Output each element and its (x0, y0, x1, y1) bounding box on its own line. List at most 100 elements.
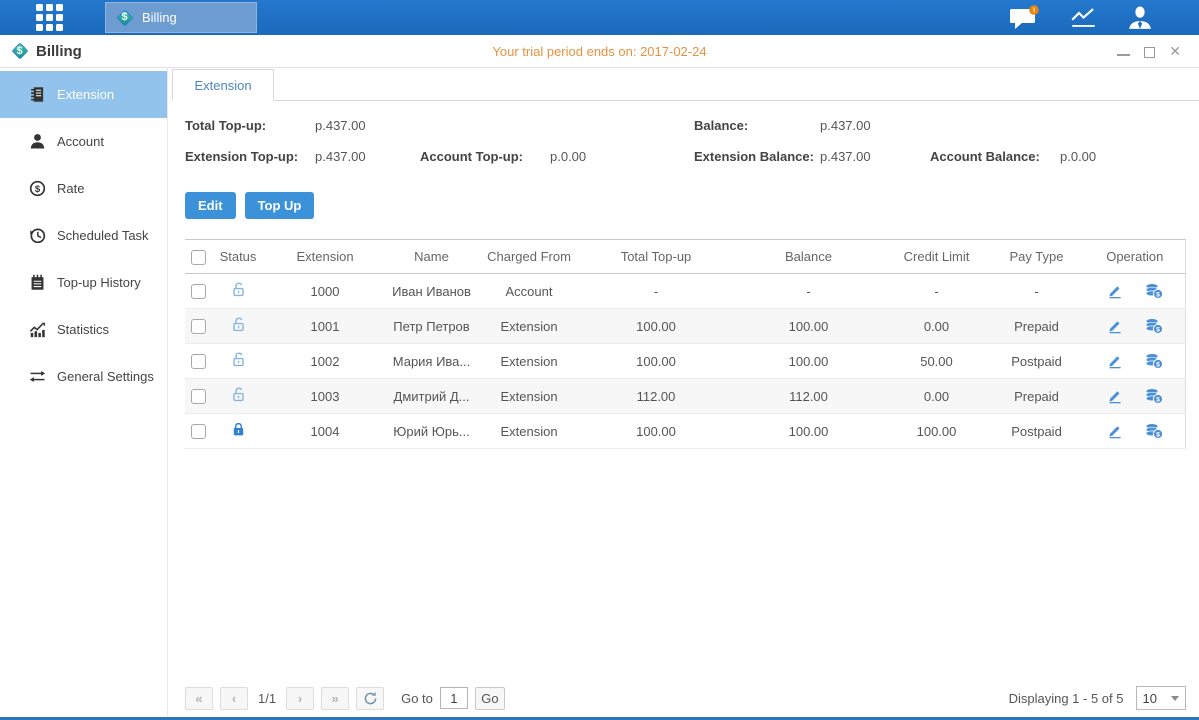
app-launcher-icon[interactable] (36, 4, 63, 31)
close-icon[interactable]: ✕ (1169, 44, 1181, 58)
topup-coins-icon[interactable]: $ (1145, 318, 1163, 334)
extension-topup-value: p.437.00 (315, 149, 366, 164)
svg-text:$: $ (1156, 362, 1160, 369)
total-topup-value: p.437.00 (315, 118, 366, 133)
sidebar-item-label: Statistics (57, 322, 109, 337)
col-name[interactable]: Name (385, 240, 478, 274)
col-total-topup[interactable]: Total Top-up (580, 240, 732, 274)
sidebar-item-extension[interactable]: Extension (0, 71, 167, 118)
sliders-icon (29, 368, 46, 385)
col-charged-from[interactable]: Charged From (478, 240, 580, 274)
edit-pencil-icon[interactable] (1107, 283, 1123, 299)
edit-pencil-icon[interactable] (1107, 388, 1123, 404)
maximize-icon[interactable] (1144, 44, 1155, 58)
charged-from-cell: Extension (478, 414, 580, 449)
sidebar-item-topup-history[interactable]: Top-up History (0, 259, 167, 306)
last-page-button[interactable]: » (321, 687, 349, 710)
edit-pencil-icon[interactable] (1107, 423, 1123, 439)
refresh-icon (363, 691, 378, 706)
sidebar-item-label: Extension (57, 87, 114, 102)
refresh-button[interactable] (356, 687, 384, 710)
unlocked-icon[interactable] (230, 356, 247, 371)
edit-button[interactable]: Edit (185, 192, 236, 219)
pay-type-cell: Postpaid (988, 414, 1085, 449)
topup-button[interactable]: Top Up (245, 192, 315, 219)
credit-limit-cell: 100.00 (885, 414, 988, 449)
sidebar-item-account[interactable]: Account (0, 118, 167, 165)
select-all-header[interactable] (185, 240, 211, 274)
reports-chart-icon[interactable] (1070, 6, 1097, 29)
row-checkbox[interactable] (191, 284, 206, 299)
table-row[interactable]: 1002 Мария Ива... Extension 100.00 100.0… (185, 344, 1185, 379)
name-cell: Дмитрий Д... (385, 379, 478, 414)
row-checkbox[interactable] (191, 389, 206, 404)
edit-pencil-icon[interactable] (1107, 318, 1123, 334)
credit-limit-cell: 50.00 (885, 344, 988, 379)
extension-cell: 1001 (265, 309, 385, 344)
page-size-select[interactable]: 10 (1136, 686, 1186, 710)
displaying-text: Displaying 1 - 5 of 5 (1009, 691, 1124, 706)
select-all-checkbox[interactable] (191, 250, 206, 265)
balance-cell: 100.00 (732, 344, 885, 379)
topup-coins-icon[interactable]: $ (1145, 353, 1163, 369)
balance-cell: 100.00 (732, 309, 885, 344)
first-page-button[interactable]: « (185, 687, 213, 710)
table-row[interactable]: 1001 Петр Петров Extension 100.00 100.00… (185, 309, 1185, 344)
name-cell: Юрий Юрь... (385, 414, 478, 449)
tab-strip: Extension (172, 68, 1199, 101)
extension-balance-label: Extension Balance: (694, 149, 814, 164)
col-balance[interactable]: Balance (732, 240, 885, 274)
sidebar-item-statistics[interactable]: Statistics (0, 306, 167, 353)
sidebar-item-scheduled-task[interactable]: Scheduled Task (0, 212, 167, 259)
table-row[interactable]: 1004 Юрий Юрь... Extension 100.00 100.00… (185, 414, 1185, 449)
edit-pencil-icon[interactable] (1107, 353, 1123, 369)
notepad-icon (29, 274, 46, 291)
col-credit-limit[interactable]: Credit Limit (885, 240, 988, 274)
table-row[interactable]: 1003 Дмитрий Д... Extension 112.00 112.0… (185, 379, 1185, 414)
svg-text:$: $ (1156, 397, 1160, 404)
tab-extension[interactable]: Extension (172, 69, 274, 101)
table-row[interactable]: 1000 Иван Иванов Account - - - - (185, 274, 1185, 309)
next-page-button[interactable]: › (286, 687, 314, 710)
pay-type-cell: Prepaid (988, 309, 1085, 344)
balance-cell: - (732, 274, 885, 309)
extension-table: Status Extension Name Charged From Total… (185, 239, 1186, 449)
total-topup-cell: 100.00 (580, 344, 732, 379)
col-extension[interactable]: Extension (265, 240, 385, 274)
sidebar-item-label: Rate (57, 181, 84, 196)
sidebar-item-general-settings[interactable]: General Settings (0, 353, 167, 400)
topup-coins-icon[interactable]: $ (1145, 388, 1163, 404)
credit-limit-cell: 0.00 (885, 309, 988, 344)
user-account-icon[interactable] (1127, 5, 1153, 30)
sidebar-item-rate[interactable]: $ Rate (0, 165, 167, 212)
window-title: $ Billing (10, 42, 82, 61)
locked-icon[interactable] (230, 426, 247, 441)
account-topup-label: Account Top-up: (420, 149, 523, 164)
unlocked-icon[interactable] (230, 286, 247, 301)
unlocked-icon[interactable] (230, 321, 247, 336)
go-button[interactable]: Go (475, 687, 505, 710)
svg-text:$: $ (1156, 327, 1160, 334)
topup-coins-icon[interactable]: $ (1145, 283, 1163, 299)
messages-icon[interactable]: ! (1009, 5, 1040, 30)
sidebar-item-label: Scheduled Task (57, 228, 149, 243)
col-pay-type[interactable]: Pay Type (988, 240, 1085, 274)
minimize-icon[interactable] (1117, 44, 1130, 58)
row-checkbox[interactable] (191, 319, 206, 334)
row-checkbox[interactable] (191, 354, 206, 369)
name-cell: Иван Иванов (385, 274, 478, 309)
name-cell: Петр Петров (385, 309, 478, 344)
prev-page-button[interactable]: ‹ (220, 687, 248, 710)
history-clock-icon (29, 227, 46, 244)
unlocked-icon[interactable] (230, 391, 247, 406)
account-balance-label: Account Balance: (930, 149, 1040, 164)
account-balance-value: p.0.00 (1060, 149, 1096, 164)
topbar-tab-billing[interactable]: $ Billing (105, 2, 257, 33)
topbar-tab-label: Billing (142, 10, 177, 25)
col-operation[interactable]: Operation (1085, 240, 1185, 274)
col-status[interactable]: Status (211, 240, 265, 274)
row-checkbox[interactable] (191, 424, 206, 439)
name-cell: Мария Ива... (385, 344, 478, 379)
goto-page-input[interactable] (440, 687, 468, 709)
topup-coins-icon[interactable]: $ (1145, 423, 1163, 439)
